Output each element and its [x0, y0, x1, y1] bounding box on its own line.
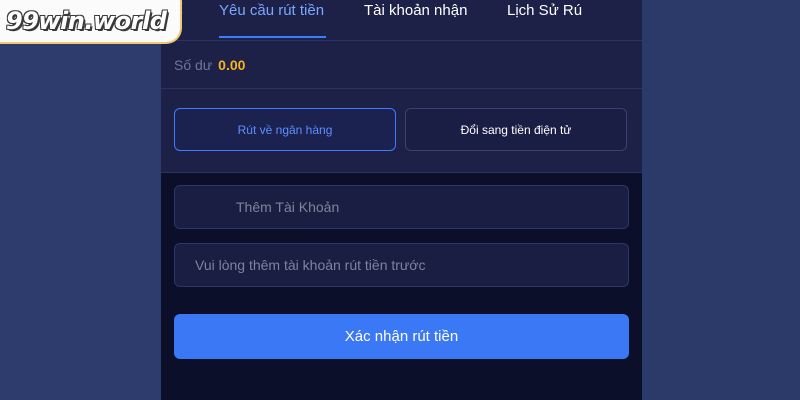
method-crypto-button[interactable]: Đổi sang tiền điện tử: [405, 108, 627, 151]
withdraw-method-selector: Rút về ngân hàng Đổi sang tiền điện tử: [161, 89, 642, 173]
balance-row: Số dư 0.00: [161, 41, 642, 89]
tab-bar: Yêu cầu rút tiền Tài khoản nhận Lịch Sử …: [161, 0, 642, 41]
tab-withdraw-request[interactable]: Yêu cầu rút tiền: [219, 2, 324, 19]
balance-label: Số dư: [174, 56, 213, 73]
right-background: [642, 0, 800, 400]
site-logo: 99win.world: [0, 0, 182, 44]
confirm-withdraw-button[interactable]: Xác nhận rút tiền: [174, 314, 629, 359]
tab-receiving-account[interactable]: Tài khoản nhận: [364, 2, 467, 19]
active-tab-indicator: [219, 36, 326, 38]
withdraw-account-field[interactable]: Vui lòng thêm tài khoản rút tiền trước: [174, 243, 629, 287]
tab-history[interactable]: Lịch Sử Rú: [507, 2, 582, 19]
logo-text: 99win.world: [6, 7, 167, 35]
method-bank-button[interactable]: Rút về ngân hàng: [174, 108, 396, 151]
balance-value: 0.00: [218, 56, 246, 73]
add-account-field[interactable]: Thêm Tài Khoản: [174, 185, 629, 229]
withdraw-panel: Yêu cầu rút tiền Tài khoản nhận Lịch Sử …: [161, 0, 642, 400]
left-background: [0, 0, 161, 400]
